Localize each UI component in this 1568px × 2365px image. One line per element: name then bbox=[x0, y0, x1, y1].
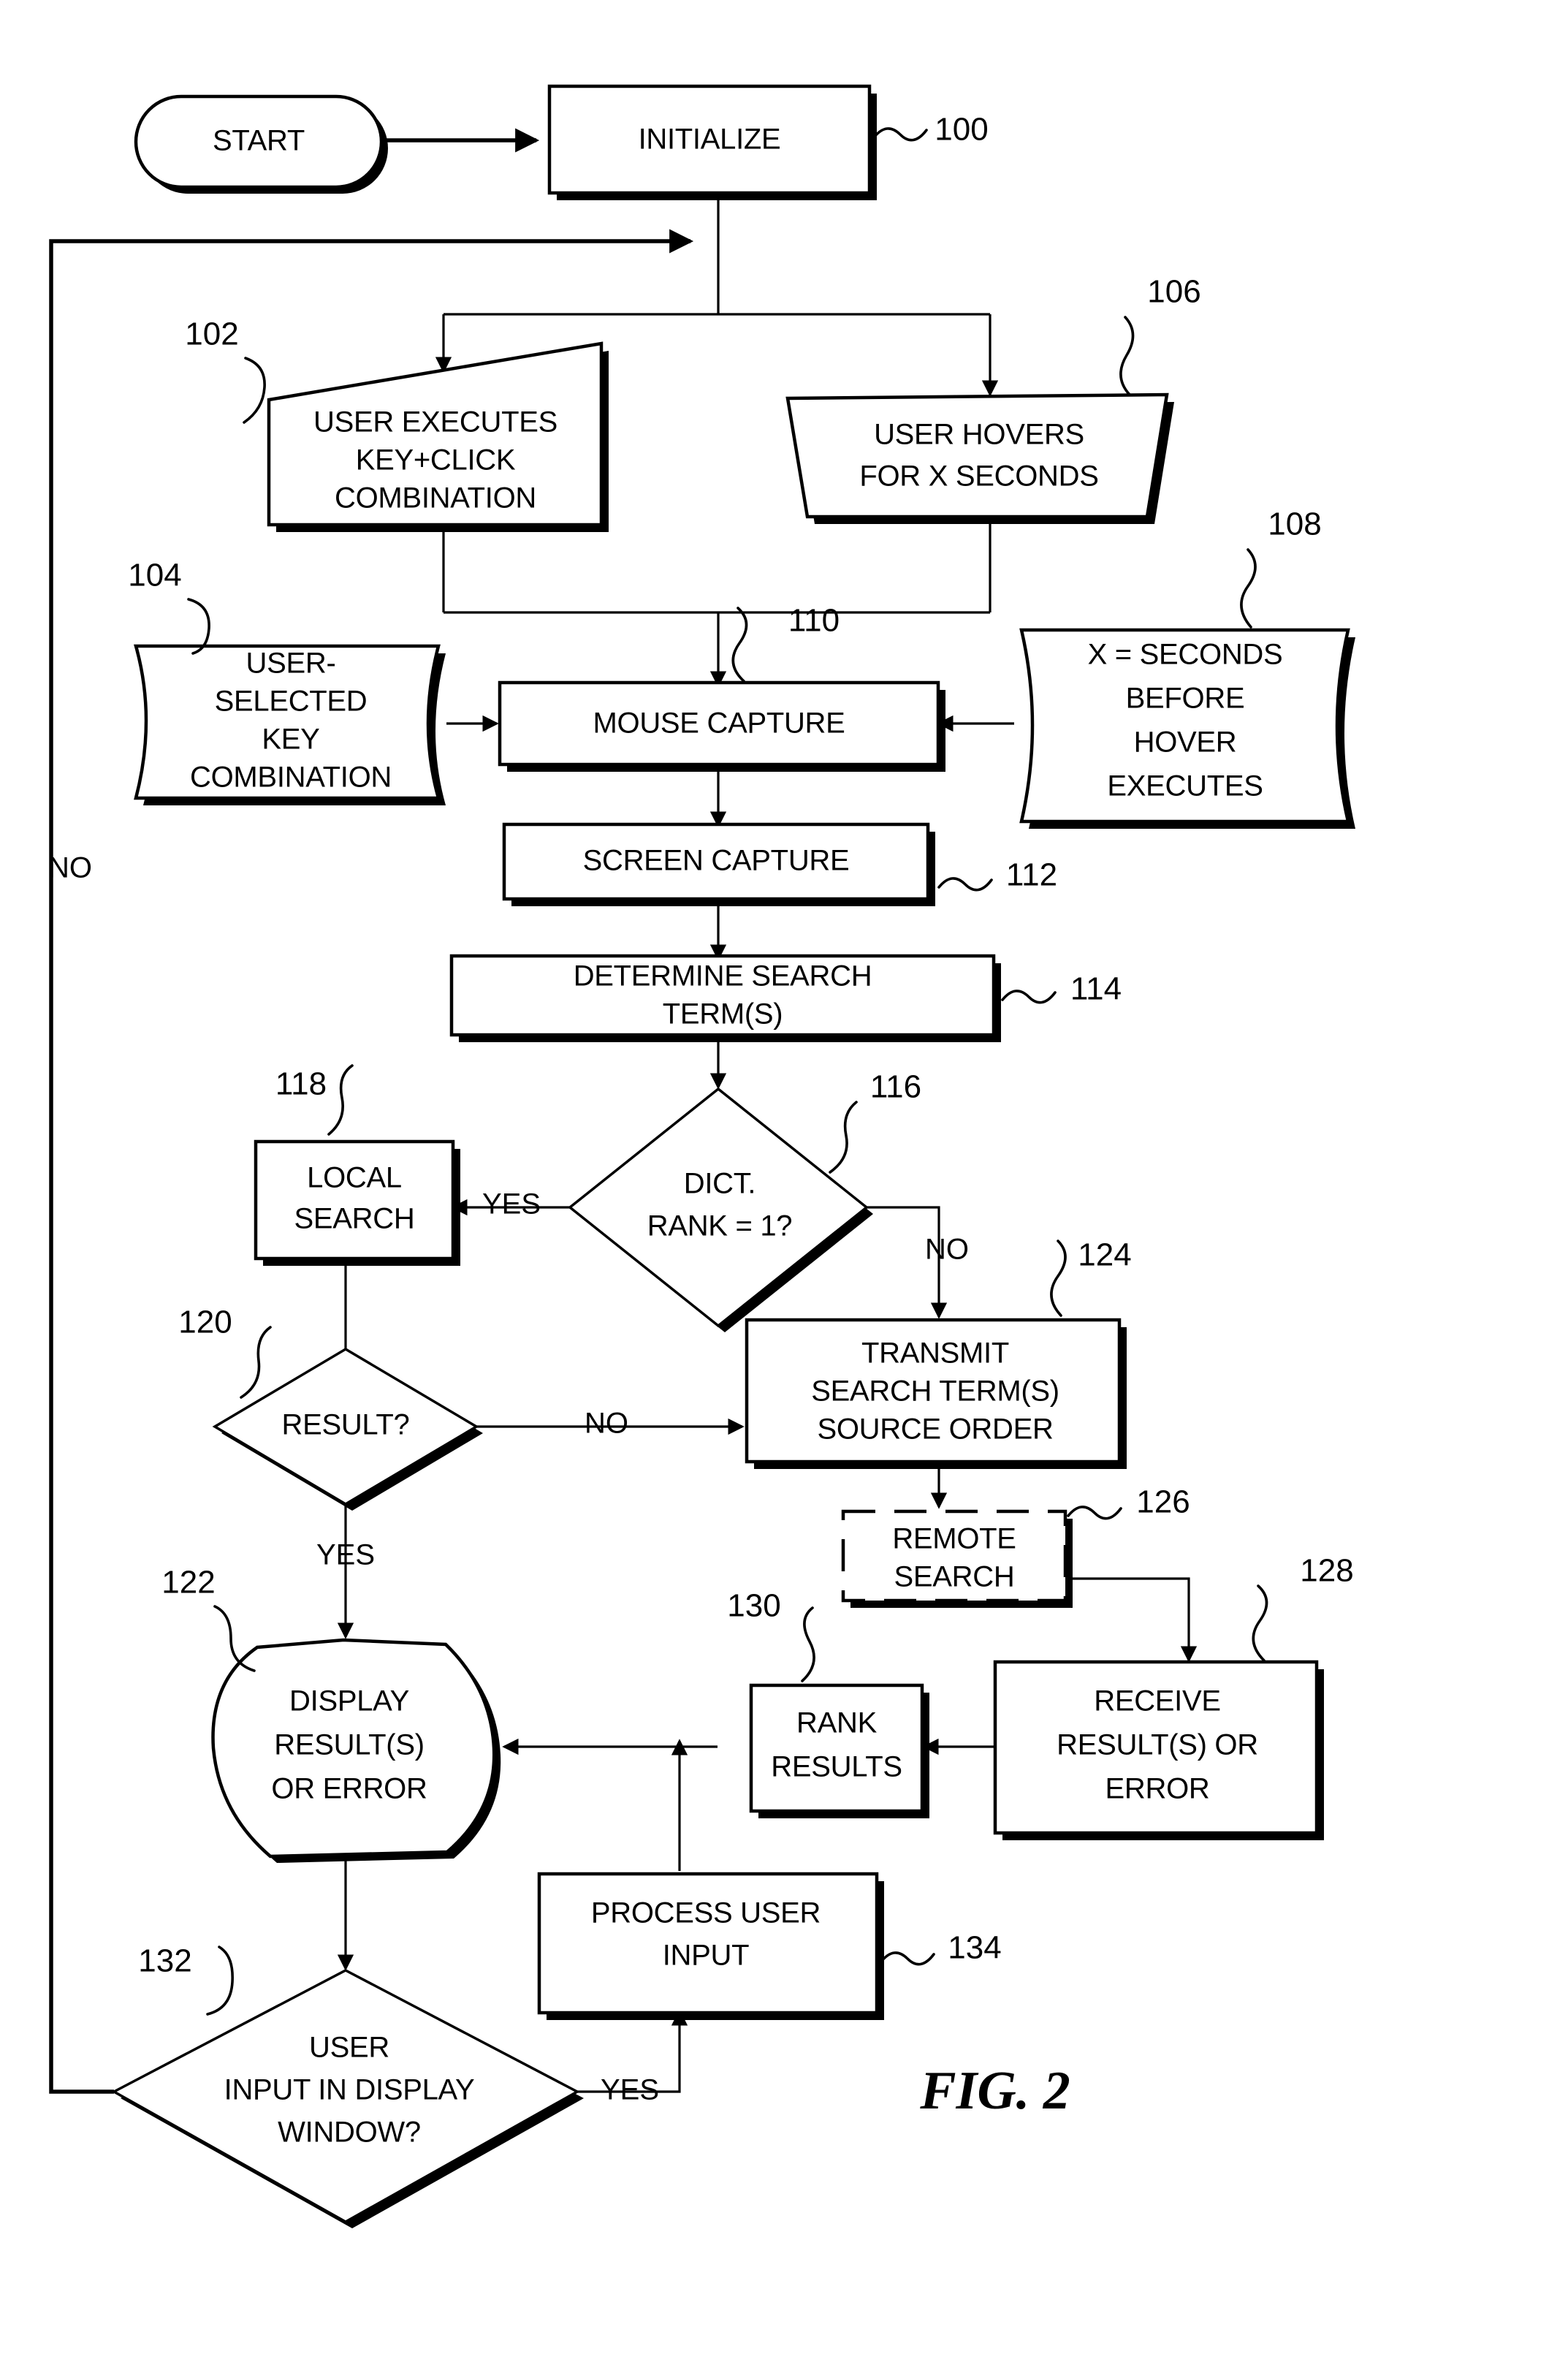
figure-label: FIG. 2 bbox=[919, 2061, 1070, 2121]
display-line-2: OR ERROR bbox=[271, 1773, 427, 1805]
node-user-key: USER- SELECTED KEY COMBINATION bbox=[134, 644, 446, 805]
node-rank-results: RANK RESULTS bbox=[749, 1683, 929, 1818]
x-seconds-line-3: EXECUTES bbox=[1107, 770, 1263, 802]
determine-line-1: TERM(S) bbox=[663, 998, 783, 1030]
x-seconds-line-1: BEFORE bbox=[1126, 683, 1245, 715]
node-process-input: PROCESS USER INPUT bbox=[537, 1872, 884, 2020]
edge-label-dict-no: NO bbox=[925, 1234, 969, 1266]
key-click-line-2: COMBINATION bbox=[335, 482, 536, 515]
x-seconds-line-2: HOVER bbox=[1134, 726, 1237, 759]
start-label: START bbox=[213, 125, 305, 157]
ref-124-text: 124 bbox=[1078, 1237, 1131, 1273]
node-start: START bbox=[134, 94, 388, 194]
user-input-line-2: WINDOW? bbox=[278, 2117, 421, 2149]
rank-results-line-1: RESULTS bbox=[771, 1751, 902, 1783]
node-determine: DETERMINE SEARCH TERM(S) bbox=[449, 954, 1001, 1042]
ref-134-text: 134 bbox=[948, 1930, 1001, 1966]
transmit-line-2: SOURCE ORDER bbox=[817, 1413, 1053, 1446]
node-local-search: LOCAL SEARCH bbox=[254, 1139, 460, 1266]
display-line-1: RESULT(S) bbox=[274, 1729, 424, 1761]
ref-114-text: 114 bbox=[1070, 971, 1122, 1007]
process-input-line-0: PROCESS USER bbox=[591, 1897, 821, 1929]
result-label: RESULT? bbox=[282, 1409, 410, 1441]
flowchart-canvas: START INITIALIZE 100 USER EXECUTES KEY+C… bbox=[0, 0, 1568, 2365]
ref-100-text: 100 bbox=[935, 112, 988, 148]
display-line-0: DISPLAY bbox=[289, 1685, 409, 1717]
local-search-fill bbox=[256, 1142, 453, 1259]
remote-search-line-0: REMOTE bbox=[892, 1523, 1016, 1555]
ref-108-text: 108 bbox=[1268, 506, 1321, 542]
ref-102-text: 102 bbox=[185, 316, 238, 352]
ref-130-text: 130 bbox=[727, 1588, 780, 1624]
dict-rank-line-0: DICT. bbox=[684, 1168, 756, 1200]
rank-results-line-0: RANK bbox=[796, 1707, 878, 1739]
ref-126-text: 126 bbox=[1136, 1484, 1190, 1520]
node-receive: RECEIVE RESULT(S) OR ERROR bbox=[993, 1660, 1324, 1840]
ref-110-text: 110 bbox=[788, 603, 840, 639]
user-key-line-0: USER- bbox=[246, 648, 336, 680]
ref-112-text: 112 bbox=[1006, 857, 1057, 893]
ref-132-text: 132 bbox=[138, 1943, 191, 1979]
edge-label-result-yes: YES bbox=[316, 1539, 375, 1571]
node-x-seconds: X = SECONDS BEFORE HOVER EXECUTES bbox=[1019, 628, 1355, 829]
ref-104-text: 104 bbox=[128, 558, 181, 593]
ref-118-text: 118 bbox=[275, 1066, 327, 1102]
edge-label-dict-yes: YES bbox=[482, 1188, 541, 1221]
rank-results-fill bbox=[751, 1685, 922, 1811]
user-key-line-3: COMBINATION bbox=[190, 762, 392, 794]
screen-capture-label: SCREEN CAPTURE bbox=[583, 845, 850, 877]
node-transmit: TRANSMIT SEARCH TERM(S) SOURCE ORDER bbox=[745, 1318, 1127, 1469]
node-screen-capture: SCREEN CAPTURE bbox=[502, 822, 935, 906]
user-key-line-1: SELECTED bbox=[215, 686, 368, 718]
receive-line-0: RECEIVE bbox=[1094, 1685, 1221, 1717]
patent-figure: START INITIALIZE 100 USER EXECUTES KEY+C… bbox=[0, 0, 1568, 2365]
node-remote-search: REMOTE SEARCH bbox=[841, 1509, 1073, 1608]
user-key-line-2: KEY bbox=[262, 724, 319, 756]
determine-line-0: DETERMINE SEARCH bbox=[574, 960, 872, 992]
ref-106-text: 106 bbox=[1147, 274, 1200, 310]
node-mouse-capture: MOUSE CAPTURE bbox=[498, 680, 945, 772]
node-hover: USER HOVERS FOR X SECONDS bbox=[785, 392, 1174, 524]
edge-label-no-loop: NO bbox=[48, 852, 92, 884]
key-click-line-0: USER EXECUTES bbox=[313, 406, 557, 439]
ref-128-text: 128 bbox=[1300, 1553, 1353, 1589]
node-display: DISPLAY RESULT(S) OR ERROR bbox=[211, 1638, 501, 1863]
receive-line-2: ERROR bbox=[1105, 1773, 1210, 1805]
ref-116-text: 116 bbox=[870, 1069, 921, 1105]
user-input-line-0: USER bbox=[309, 2032, 389, 2064]
node-initialize: INITIALIZE bbox=[547, 84, 877, 200]
x-seconds-line-0: X = SECONDS bbox=[1088, 639, 1283, 671]
key-click-line-1: KEY+CLICK bbox=[356, 444, 516, 477]
edge-label-user-input-yes: YES bbox=[601, 2074, 659, 2106]
receive-line-1: RESULT(S) OR bbox=[1057, 1729, 1258, 1761]
edge-label-result-no: NO bbox=[585, 1408, 628, 1440]
remote-search-line-1: SEARCH bbox=[894, 1561, 1015, 1593]
local-search-line-0: LOCAL bbox=[307, 1162, 402, 1194]
hover-fill bbox=[788, 395, 1167, 517]
transmit-line-0: TRANSMIT bbox=[861, 1337, 1009, 1370]
hover-line-0: USER HOVERS bbox=[874, 419, 1084, 451]
hover-line-1: FOR X SECONDS bbox=[859, 460, 1098, 493]
user-input-line-1: INPUT IN DISPLAY bbox=[224, 2074, 475, 2106]
process-input-line-1: INPUT bbox=[663, 1940, 750, 1972]
dict-rank-line-1: RANK = 1? bbox=[647, 1210, 793, 1242]
ref-122-text: 122 bbox=[161, 1565, 215, 1601]
ref-120-text: 120 bbox=[178, 1305, 232, 1340]
transmit-line-1: SEARCH TERM(S) bbox=[811, 1375, 1059, 1408]
mouse-capture-label: MOUSE CAPTURE bbox=[593, 707, 845, 740]
initialize-label: INITIALIZE bbox=[639, 124, 781, 156]
local-search-line-1: SEARCH bbox=[294, 1203, 415, 1235]
